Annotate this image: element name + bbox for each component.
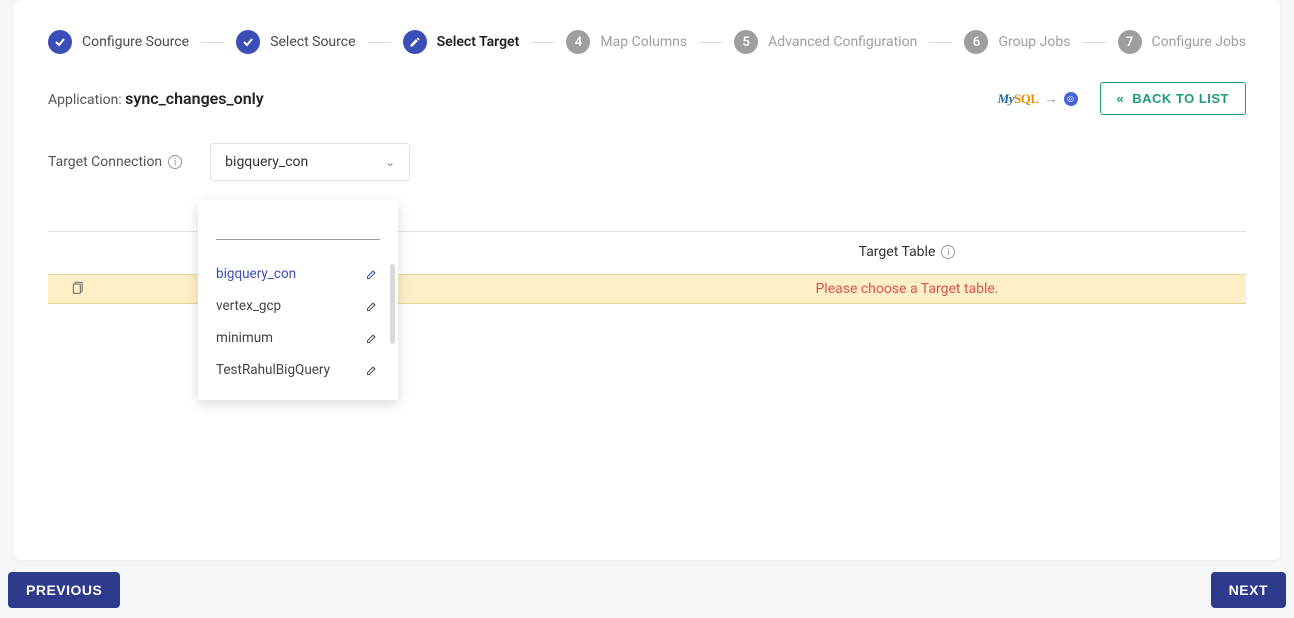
- clipboard-icon: [48, 279, 108, 299]
- step-divider: [368, 42, 391, 43]
- header-target: Target Table i: [568, 244, 1246, 260]
- previous-button[interactable]: PREVIOUS: [8, 572, 120, 608]
- step-advanced-configuration[interactable]: 5 Advanced Configuration: [734, 30, 917, 54]
- step-map-columns[interactable]: 4 Map Columns: [566, 30, 687, 54]
- back-to-list-button[interactable]: « BACK TO LIST: [1100, 82, 1247, 115]
- header-target-text: Target Table: [859, 244, 936, 260]
- step-label: Advanced Configuration: [768, 34, 917, 50]
- check-icon: [236, 30, 260, 54]
- application-row: Application: sync_changes_only MySQL → ◎…: [48, 82, 1246, 115]
- option-label: bigquery_con: [216, 266, 296, 282]
- info-icon[interactable]: i: [941, 245, 955, 259]
- target-connection-row: Target Connection i bigquery_con ⌄: [48, 143, 1246, 181]
- target-cell: Please choose a Target table.: [568, 281, 1246, 297]
- edit-icon[interactable]: [364, 266, 380, 282]
- step-select-target[interactable]: Select Target: [403, 30, 520, 54]
- step-label: Configure Source: [82, 34, 189, 50]
- step-divider: [201, 42, 224, 43]
- step-select-source[interactable]: Select Source: [236, 30, 355, 54]
- next-button[interactable]: NEXT: [1211, 572, 1286, 608]
- step-configure-source[interactable]: Configure Source: [48, 30, 189, 54]
- wizard-card: Configure Source Select Source Select Ta…: [14, 0, 1280, 560]
- application-prefix: Application:: [48, 92, 125, 108]
- dropdown-search-input[interactable]: [216, 218, 380, 240]
- dropdown-option-vertex-gcp[interactable]: vertex_gcp: [198, 290, 398, 322]
- step-divider: [699, 42, 722, 43]
- flow-indicator: MySQL → ◎: [998, 91, 1078, 107]
- application-name: sync_changes_only: [125, 89, 264, 108]
- arrow-right-icon: →: [1045, 91, 1058, 107]
- dropdown-option-bigquery-con[interactable]: bigquery_con: [198, 258, 398, 290]
- step-number: 4: [566, 30, 590, 54]
- dropdown-option-testrahulbigquery[interactable]: TestRahulBigQuery: [198, 354, 398, 386]
- edit-icon[interactable]: [364, 362, 380, 378]
- bigquery-icon: ◎: [1064, 92, 1078, 106]
- connection-dropdown: bigquery_con vertex_gcp minimum TestRahu…: [198, 200, 398, 400]
- option-label: minimum: [216, 330, 273, 346]
- step-label: Map Columns: [600, 34, 687, 50]
- footer-nav: PREVIOUS NEXT: [0, 568, 1294, 618]
- step-divider: [1082, 42, 1105, 43]
- info-icon[interactable]: i: [168, 155, 182, 169]
- step-group-jobs[interactable]: 6 Group Jobs: [964, 30, 1070, 54]
- step-label: Select Target: [437, 34, 520, 50]
- pencil-icon: [403, 30, 427, 54]
- application-label: Application: sync_changes_only: [48, 89, 264, 108]
- mysql-icon: MySQL: [998, 91, 1039, 107]
- option-label: TestRahulBigQuery: [216, 362, 330, 378]
- step-number: 7: [1118, 30, 1142, 54]
- edit-icon[interactable]: [364, 330, 380, 346]
- target-connection-select[interactable]: bigquery_con ⌄: [210, 143, 410, 181]
- dropdown-option-minimum[interactable]: minimum: [198, 322, 398, 354]
- back-label: BACK TO LIST: [1132, 91, 1229, 106]
- step-divider: [531, 42, 554, 43]
- step-label: Group Jobs: [998, 34, 1070, 50]
- chevron-down-icon: ⌄: [385, 155, 395, 169]
- step-divider: [929, 42, 952, 43]
- step-number: 5: [734, 30, 758, 54]
- dropdown-scrollbar[interactable]: [390, 264, 395, 344]
- conn-label-text: Target Connection: [48, 154, 162, 170]
- step-number: 6: [964, 30, 988, 54]
- step-configure-jobs[interactable]: 7 Configure Jobs: [1118, 30, 1246, 54]
- step-label: Select Source: [270, 34, 355, 50]
- select-value: bigquery_con: [225, 154, 308, 170]
- edit-icon[interactable]: [364, 298, 380, 314]
- stepper: Configure Source Select Source Select Ta…: [48, 30, 1246, 54]
- step-label: Configure Jobs: [1152, 34, 1246, 50]
- target-connection-label: Target Connection i: [48, 154, 182, 170]
- check-icon: [48, 30, 72, 54]
- chevron-double-left-icon: «: [1117, 91, 1125, 106]
- option-label: vertex_gcp: [216, 298, 281, 314]
